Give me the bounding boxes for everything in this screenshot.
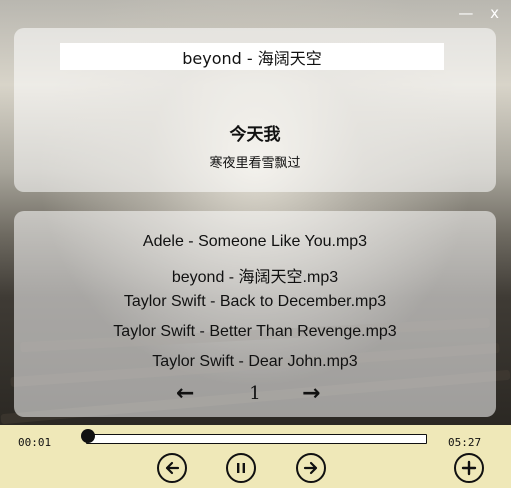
song-title: beyond - 海阔天空 (60, 43, 444, 70)
track-label: beyond - 海阔天空.mp3 (171, 269, 339, 286)
pause-circle-icon (237, 463, 245, 473)
playlist-item-selected[interactable]: Adele - Someone Like You.mp3 (14, 230, 496, 254)
next-page-button[interactable]: → (302, 381, 320, 406)
now-playing-panel: beyond - 海阔天空 今天我 寒夜里看雪飘过 (14, 28, 496, 192)
progress-bar[interactable] (86, 434, 427, 444)
track-label: Taylor Swift - Dear John.mp3 (152, 353, 358, 370)
page-number: 1 (249, 383, 261, 404)
track-label: Adele - Someone Like You.mp3 (142, 233, 368, 250)
prev-page-button[interactable]: ← (176, 381, 194, 406)
track-label: Taylor Swift - Back to December.mp3 (123, 293, 387, 310)
playlist-pager: ← 1 → (14, 381, 496, 406)
current-lyric-line: 今天我 (229, 125, 281, 145)
window-controls: — x (446, 4, 499, 22)
next-lyric-line: 寒夜里看雪飘过 (209, 156, 301, 171)
progress-knob[interactable] (81, 429, 96, 443)
minimize-button[interactable]: — (458, 4, 473, 22)
plus-circle-icon (461, 460, 477, 476)
previous-track-button[interactable] (157, 453, 187, 483)
track-label: Taylor Swift - Better Than Revenge.mp3 (113, 323, 397, 340)
close-button[interactable]: x (490, 4, 499, 22)
arrow-left-circle-icon (165, 461, 180, 475)
pause-button[interactable] (226, 453, 256, 483)
playlist-item[interactable]: beyond - 海阔天空.mp3 (14, 263, 496, 287)
playlist-panel: Adele - Someone Like You.mp3 beyond - 海阔… (14, 211, 496, 417)
playlist-item[interactable]: Taylor Swift - Back to December.mp3 (14, 293, 496, 311)
playlist-item[interactable]: Taylor Swift - Better Than Revenge.mp3 (14, 323, 496, 341)
current-time: 00:01 (18, 436, 52, 449)
total-time: 05:27 (448, 436, 482, 449)
player-controls-bar: 00:01 05:27 (0, 425, 511, 488)
add-track-button[interactable] (454, 453, 484, 483)
arrow-right-circle-icon (303, 461, 318, 475)
playlist-item[interactable]: Taylor Swift - Dear John.mp3 (14, 353, 496, 371)
next-track-button[interactable] (296, 453, 326, 483)
